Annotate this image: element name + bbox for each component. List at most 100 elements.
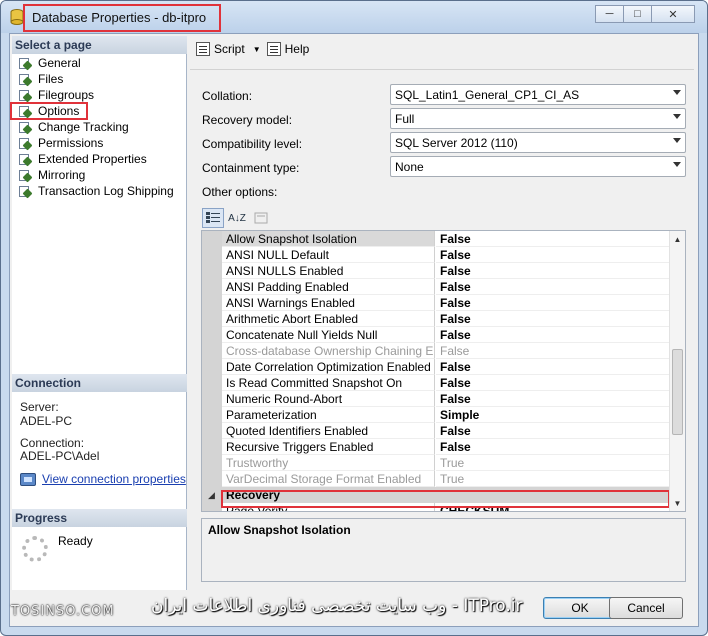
property-row[interactable]: ANSI NULL Default False (202, 247, 670, 263)
ok-button[interactable]: OK (543, 597, 617, 619)
property-row[interactable]: Numeric Round-Abort False (202, 391, 670, 407)
property-value[interactable]: False (436, 231, 670, 247)
page-item-filegroups[interactable]: Filegroups (18, 87, 94, 103)
property-row[interactable]: Parameterization Simple (202, 407, 670, 423)
collapse-icon[interactable]: ◢ (208, 490, 215, 501)
select-page-header: Select a page (12, 36, 187, 54)
row-gutter (202, 375, 222, 391)
property-name: Cross-database Ownership Chaining Enable… (222, 343, 435, 359)
property-value[interactable]: False (436, 359, 670, 375)
server-value: ADEL-PC (20, 414, 73, 428)
page-item-extended-properties[interactable]: Extended Properties (18, 151, 147, 167)
collation-label: Collation: (202, 89, 253, 103)
database-properties-window: Database Properties - db-itpro ─ □ ✕ Sel… (0, 0, 708, 636)
compatibility-level-select[interactable]: SQL Server 2012 (110) (390, 132, 686, 153)
close-icon: ✕ (668, 8, 678, 21)
property-value[interactable]: False (436, 311, 670, 327)
help-label: Help (284, 42, 310, 56)
view-connection-properties-link[interactable]: View connection properties (20, 472, 186, 486)
property-row[interactable]: ANSI NULLS Enabled False (202, 263, 670, 279)
property-value[interactable]: False (436, 343, 670, 359)
property-value[interactable]: Simple (436, 407, 670, 423)
scroll-down-icon[interactable]: ▼ (670, 495, 685, 511)
property-row[interactable]: Allow Snapshot Isolation False (202, 231, 670, 247)
property-value[interactable]: False (436, 247, 670, 263)
scroll-up-icon[interactable]: ▲ (670, 231, 685, 247)
property-value[interactable]: False (436, 279, 670, 295)
property-grid-scrollbar[interactable]: ▲ ▼ (669, 231, 685, 511)
property-value[interactable]: False (436, 439, 670, 455)
property-row[interactable]: Quoted Identifiers Enabled False (202, 423, 670, 439)
property-row[interactable]: Is Read Committed Snapshot On False (202, 375, 670, 391)
page-item-general[interactable]: General (18, 55, 81, 71)
minimize-button[interactable]: ─ (595, 5, 624, 23)
property-value[interactable]: False (436, 375, 670, 391)
property-pages-button[interactable] (250, 208, 272, 228)
script-dropdown-arrow-icon[interactable]: ▼ (253, 45, 261, 54)
property-row[interactable]: Arithmetic Abort Enabled False (202, 311, 670, 327)
page-icon (18, 185, 33, 198)
scroll-thumb[interactable] (672, 349, 683, 435)
page-item-label: Change Tracking (38, 120, 129, 134)
property-name: ANSI NULLS Enabled (222, 263, 435, 279)
page-icon (18, 73, 33, 86)
connection-properties-icon (20, 472, 36, 486)
property-row[interactable]: ANSI Padding Enabled False (202, 279, 670, 295)
row-gutter (202, 503, 222, 511)
page-item-change-tracking[interactable]: Change Tracking (18, 119, 129, 135)
row-gutter (202, 263, 222, 279)
left-panel: Select a page General Files Filegroups O… (10, 36, 187, 590)
collation-select[interactable]: SQL_Latin1_General_CP1_CI_AS (390, 84, 686, 105)
alphabetical-button[interactable]: A↓Z (226, 208, 248, 228)
property-value[interactable]: False (436, 263, 670, 279)
row-gutter (202, 455, 222, 471)
containment-type-select[interactable]: None (390, 156, 686, 177)
right-panel: Script ▼ Help Collation: SQL_Latin1_Gene… (188, 36, 696, 590)
chevron-down-icon (673, 114, 681, 119)
page-item-transaction-log-shipping[interactable]: Transaction Log Shipping (18, 183, 174, 199)
categorized-button[interactable] (202, 208, 224, 228)
row-gutter (202, 391, 222, 407)
property-value[interactable]: False (436, 423, 670, 439)
property-row[interactable]: Recursive Triggers Enabled False (202, 439, 670, 455)
page-item-label: Transaction Log Shipping (38, 184, 174, 198)
maximize-button[interactable]: □ (623, 5, 652, 23)
row-gutter (202, 247, 222, 263)
property-row[interactable]: Date Correlation Optimization Enabled Fal… (202, 359, 670, 375)
property-value[interactable]: False (436, 391, 670, 407)
close-button[interactable]: ✕ (651, 5, 695, 23)
ok-label: OK (571, 601, 589, 615)
page-item-label: General (38, 56, 81, 70)
property-value[interactable]: False (436, 295, 670, 311)
containment-type-label: Containment type: (202, 161, 300, 175)
property-row[interactable]: Trustworthy True (202, 455, 670, 471)
property-value[interactable]: True (436, 471, 670, 487)
cancel-button[interactable]: Cancel (609, 597, 683, 619)
property-value[interactable]: True (436, 455, 670, 471)
property-row[interactable]: Cross-database Ownership Chaining Enable… (202, 343, 670, 359)
row-gutter (202, 295, 222, 311)
script-label: Script (214, 42, 245, 56)
row-gutter (202, 439, 222, 455)
containment-type-value: None (395, 160, 424, 174)
property-row[interactable]: VarDecimal Storage Format Enabled True (202, 471, 670, 487)
page-item-label: Filegroups (38, 88, 95, 102)
property-name: Is Read Committed Snapshot On (222, 375, 435, 391)
page-item-permissions[interactable]: Permissions (18, 135, 103, 151)
help-button[interactable]: Help (266, 42, 310, 56)
page-item-mirroring[interactable]: Mirroring (18, 167, 85, 183)
toolbar-separator (190, 69, 694, 70)
title-bar[interactable]: Database Properties - db-itpro ─ □ ✕ (1, 1, 707, 33)
property-name: Arithmetic Abort Enabled (222, 311, 435, 327)
progress-status: Ready (58, 534, 93, 548)
property-row[interactable]: Concatenate Null Yields Null False (202, 327, 670, 343)
page-item-files[interactable]: Files (18, 71, 63, 87)
property-value[interactable]: False (436, 327, 670, 343)
property-row[interactable]: ANSI Warnings Enabled False (202, 295, 670, 311)
script-button[interactable]: Script (196, 42, 245, 56)
options-highlight-box (10, 102, 88, 120)
recovery-model-select[interactable]: Full (390, 108, 686, 129)
cancel-label: Cancel (627, 601, 665, 615)
maximize-icon: □ (634, 8, 641, 20)
property-name: Quoted Identifiers Enabled (222, 423, 435, 439)
